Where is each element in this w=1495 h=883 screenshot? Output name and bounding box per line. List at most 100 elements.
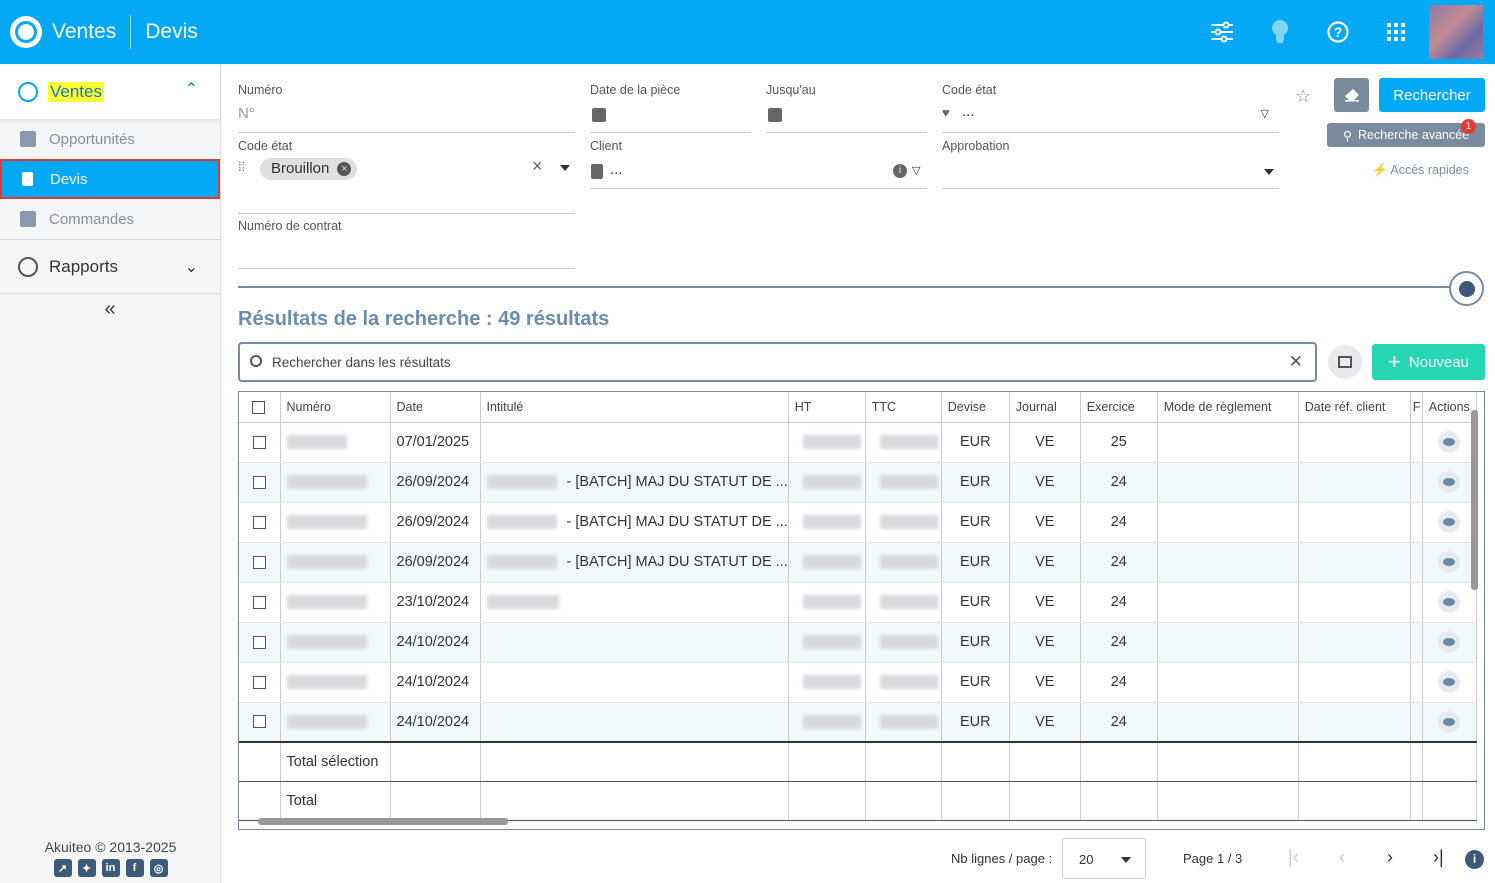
client-field[interactable]: Client ... i ▽: [590, 139, 927, 189]
sidebar-section-rapports[interactable]: Rapports ⌄: [0, 239, 220, 294]
table-row[interactable]: 26/09/2024- [BATCH] MAJ DU STATUT DE ...…: [239, 542, 1477, 583]
row-checkbox[interactable]: [239, 622, 281, 663]
table-row[interactable]: 24/10/2024 EUR VE 24: [239, 662, 1477, 703]
vertical-scrollbar[interactable]: [1471, 410, 1478, 590]
date-cell: 26/09/2024: [390, 542, 481, 583]
info-icon[interactable]: i: [893, 164, 907, 178]
column-header[interactable]: Journal: [1009, 392, 1081, 423]
clear-filters-button[interactable]: [1334, 78, 1369, 112]
column-header[interactable]: Mode de règlement: [1157, 392, 1299, 423]
column-header[interactable]: Intitulé: [480, 392, 789, 423]
app-logo-icon[interactable]: [10, 16, 42, 48]
remove-chip-icon[interactable]: ×: [337, 162, 352, 176]
quick-access-link[interactable]: ⚡ Accès rapides: [1372, 163, 1469, 178]
column-header[interactable]: Exercice: [1080, 392, 1158, 423]
eye-icon[interactable]: [1438, 710, 1461, 733]
eye-icon[interactable]: [1438, 591, 1461, 613]
settings-sliders-icon[interactable]: [1193, 0, 1251, 64]
eye-icon[interactable]: [1438, 551, 1461, 573]
lightbulb-icon[interactable]: [1251, 0, 1309, 64]
status-chip[interactable]: Brouillon ×: [260, 158, 358, 180]
code-etat-chips-field[interactable]: Code état ⁞⁞ Brouillon × ×: [238, 139, 575, 214]
client-value: ...: [610, 161, 623, 178]
instagram-icon[interactable]: ◎: [149, 859, 168, 877]
mode-reglement-cell: [1157, 502, 1299, 543]
link-icon[interactable]: ↗: [53, 859, 72, 877]
rows-per-page-select[interactable]: 20: [1062, 838, 1146, 879]
row-checkbox[interactable]: [239, 462, 281, 503]
select-all-checkbox[interactable]: [239, 392, 281, 423]
bluesky-icon[interactable]: ✦: [77, 859, 96, 877]
table-row[interactable]: 26/09/2024- [BATCH] MAJ DU STATUT DE ...…: [239, 502, 1477, 543]
table-row[interactable]: 24/10/2024 EUR VE 24: [239, 702, 1477, 743]
column-header[interactable]: F: [1410, 392, 1423, 423]
numero-field[interactable]: Numéro N°: [238, 83, 575, 133]
first-page-button[interactable]: |‹: [1288, 847, 1299, 868]
horizontal-scrollbar[interactable]: [258, 818, 508, 825]
table-row[interactable]: 24/10/2024 EUR VE 24: [239, 622, 1477, 663]
sidebar-item-commandes[interactable]: Commandes: [0, 199, 220, 239]
facebook-icon[interactable]: f: [125, 859, 144, 877]
view-action[interactable]: [1422, 662, 1477, 703]
row-checkbox[interactable]: [239, 662, 281, 703]
results-title: Résultats de la recherche : 49 résultats: [238, 308, 610, 330]
column-header[interactable]: TTC: [865, 392, 942, 423]
dropdown-arrow-icon[interactable]: [1264, 169, 1274, 175]
collapse-sidebar-button[interactable]: «: [0, 298, 220, 321]
dropdown-arrow-icon[interactable]: [560, 165, 570, 171]
table-row[interactable]: 07/01/2025 EUR VE 25: [239, 422, 1477, 463]
approbation-field[interactable]: Approbation: [942, 139, 1279, 189]
user-avatar[interactable]: [1429, 5, 1483, 59]
table-row[interactable]: 23/10/2024 EUR VE 24: [239, 582, 1477, 623]
date-until-field[interactable]: Jusqu'au: [766, 83, 927, 133]
view-action[interactable]: [1422, 622, 1477, 663]
row-checkbox[interactable]: [239, 702, 281, 743]
info-icon[interactable]: i: [1465, 850, 1484, 869]
sidebar-item-opportunites[interactable]: Opportunités: [0, 119, 220, 159]
eye-icon[interactable]: [1438, 471, 1461, 493]
code-etat-field[interactable]: Code état ♥ ... ▽: [942, 83, 1279, 133]
columns-toggle-button[interactable]: [1328, 345, 1362, 379]
eye-icon[interactable]: [1438, 431, 1461, 453]
collapse-filters-button[interactable]: [1449, 271, 1484, 306]
linkedin-icon[interactable]: in: [101, 859, 120, 877]
favorite-star-icon[interactable]: ☆: [1295, 86, 1311, 107]
row-checkbox[interactable]: [239, 542, 281, 583]
results-search-input[interactable]: [272, 352, 1272, 372]
clear-search-icon[interactable]: ✕: [1289, 352, 1303, 372]
eye-icon[interactable]: [1438, 631, 1461, 653]
row-checkbox[interactable]: [239, 582, 281, 623]
sidebar-item-devis[interactable]: Devis: [0, 159, 220, 199]
sidebar-section-ventes[interactable]: Ventes ⌃: [0, 64, 220, 119]
apps-grid-icon[interactable]: [1367, 0, 1425, 64]
column-header[interactable]: Numéro: [280, 392, 391, 423]
search-button[interactable]: Rechercher: [1379, 78, 1485, 112]
column-header[interactable]: HT: [788, 392, 866, 423]
row-checkbox[interactable]: [239, 502, 281, 543]
column-header[interactable]: Devise: [941, 392, 1010, 423]
help-icon[interactable]: ?: [1309, 0, 1367, 64]
view-action[interactable]: [1422, 702, 1477, 743]
eye-icon[interactable]: [1438, 511, 1461, 533]
view-action[interactable]: [1422, 582, 1477, 623]
view-action[interactable]: [1422, 462, 1477, 503]
new-button[interactable]: + Nouveau: [1372, 344, 1485, 380]
next-page-button[interactable]: ›: [1387, 847, 1393, 868]
total-label: Total sélection: [280, 741, 391, 782]
chevron-down-icon: ⌄: [184, 259, 198, 276]
row-checkbox[interactable]: [239, 422, 281, 463]
devise-cell: EUR: [941, 622, 1010, 663]
eye-icon[interactable]: [1438, 671, 1461, 693]
contrat-field[interactable]: Numéro de contrat: [238, 219, 575, 269]
view-action[interactable]: [1422, 502, 1477, 543]
column-header[interactable]: Date réf. client: [1298, 392, 1411, 423]
clear-icon[interactable]: ×: [532, 156, 543, 177]
numero-cell: [280, 662, 391, 703]
column-header[interactable]: Date: [390, 392, 481, 423]
view-action[interactable]: [1422, 542, 1477, 583]
prev-page-button[interactable]: ‹: [1339, 847, 1345, 868]
date-piece-field[interactable]: Date de la pièce: [590, 83, 751, 133]
last-page-button[interactable]: ›|: [1433, 847, 1444, 868]
table-row[interactable]: 26/09/2024- [BATCH] MAJ DU STATUT DE ...…: [239, 462, 1477, 503]
view-action[interactable]: [1422, 422, 1477, 463]
